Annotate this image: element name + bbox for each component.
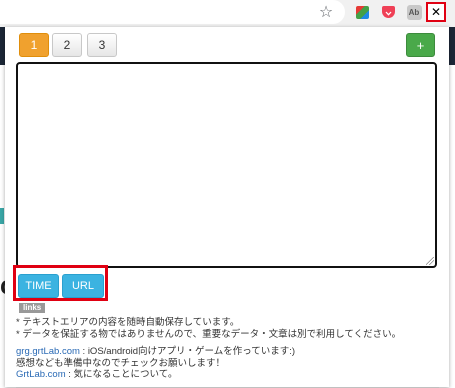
- resize-handle[interactable]: [426, 257, 434, 265]
- note-autosave: * テキストエリアの内容を随時自動保存しています。: [16, 317, 240, 328]
- extension-popup: 1 2 3 + TIME URL links * テキストエリアの内容を随時自動…: [5, 27, 449, 387]
- note-disclaimer: * データを保証する物ではありませんので、重要なデータ・文章は別で利用してくださ…: [16, 328, 402, 340]
- note-link-row-1: grg.grtLab.com : iOS/android向けアプリ・ゲームを作っ…: [16, 346, 444, 358]
- insert-time-button[interactable]: TIME: [18, 274, 59, 298]
- background-accent: [0, 208, 4, 224]
- browser-toolbar: ☆ Ab ✕: [0, 0, 455, 28]
- insert-url-button[interactable]: URL: [62, 274, 104, 298]
- pen-extension-button[interactable]: ✕: [426, 2, 446, 22]
- page-button-2[interactable]: 2: [52, 33, 82, 57]
- grg-link[interactable]: grg.grtLab.com: [16, 346, 80, 357]
- address-bar[interactable]: [0, 0, 345, 24]
- memo-textarea[interactable]: [16, 62, 437, 268]
- page-button-1[interactable]: 1: [19, 33, 49, 57]
- grg-link-description: : iOS/android向けアプリ・ゲームを作っています:): [79, 346, 296, 357]
- ab-extension-icon[interactable]: Ab: [406, 4, 422, 20]
- gallery-extension-icon[interactable]: [354, 4, 370, 20]
- note-link-row-2: GrtLab.com : 気になることについて。: [16, 369, 444, 381]
- grtlab-link[interactable]: GrtLab.com: [16, 369, 66, 380]
- add-page-button[interactable]: +: [406, 33, 435, 57]
- pen-icon: ✕: [430, 5, 442, 19]
- page-button-3[interactable]: 3: [87, 33, 117, 57]
- grtlab-link-description: : 気になることについて。: [65, 369, 178, 380]
- links-badge: links: [19, 303, 46, 313]
- pocket-icon[interactable]: [380, 4, 396, 20]
- notes-section: * テキストエリアの内容を随時自動保存しています。 * データを保証する物ではあ…: [16, 317, 444, 381]
- star-icon[interactable]: ☆: [318, 4, 334, 21]
- note-feedback: 感想なども準備中なのでチェックお願いします！: [16, 357, 226, 369]
